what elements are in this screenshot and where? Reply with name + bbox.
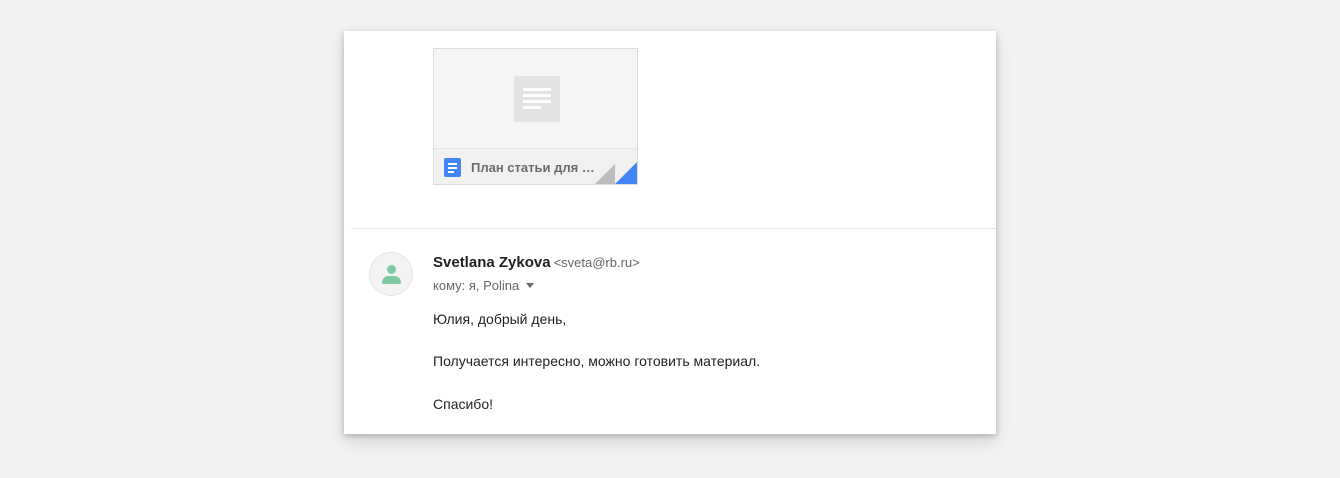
message-body-line: Получается интересно, можно готовить мат… <box>433 353 761 369</box>
message-body-line: Юлия, добрый день, <box>433 311 567 327</box>
chevron-down-icon[interactable] <box>526 283 535 289</box>
email-thread-card: План статьи для R... Svetlana Zykova <sve… <box>344 31 996 434</box>
sender-email: <sveta@rb.ru> <box>553 255 640 270</box>
sender-avatar[interactable] <box>369 252 413 296</box>
person-icon <box>387 265 396 274</box>
person-icon-body <box>382 276 401 284</box>
sender-line: Svetlana Zykova <sveta@rb.ru> <box>433 254 640 272</box>
document-preview-icon <box>514 76 560 122</box>
google-docs-icon <box>444 158 461 177</box>
corner-fold-shadow <box>593 164 615 184</box>
recipients-label: кому: я, Polina <box>433 278 520 293</box>
recipients-toggle[interactable]: кому: я, Polina <box>433 278 535 293</box>
attachment-file-name[interactable]: План статьи для R... <box>471 160 596 175</box>
attachment-preview[interactable] <box>434 49 637 148</box>
message-body-line: Спасибо! <box>433 396 493 412</box>
message-divider <box>351 228 996 229</box>
corner-fold-icon <box>613 162 637 184</box>
sender-name[interactable]: Svetlana Zykova <box>433 254 551 271</box>
attachment-card[interactable]: План статьи для R... <box>433 48 638 185</box>
attachment-footer[interactable]: План статьи для R... <box>434 148 637 184</box>
